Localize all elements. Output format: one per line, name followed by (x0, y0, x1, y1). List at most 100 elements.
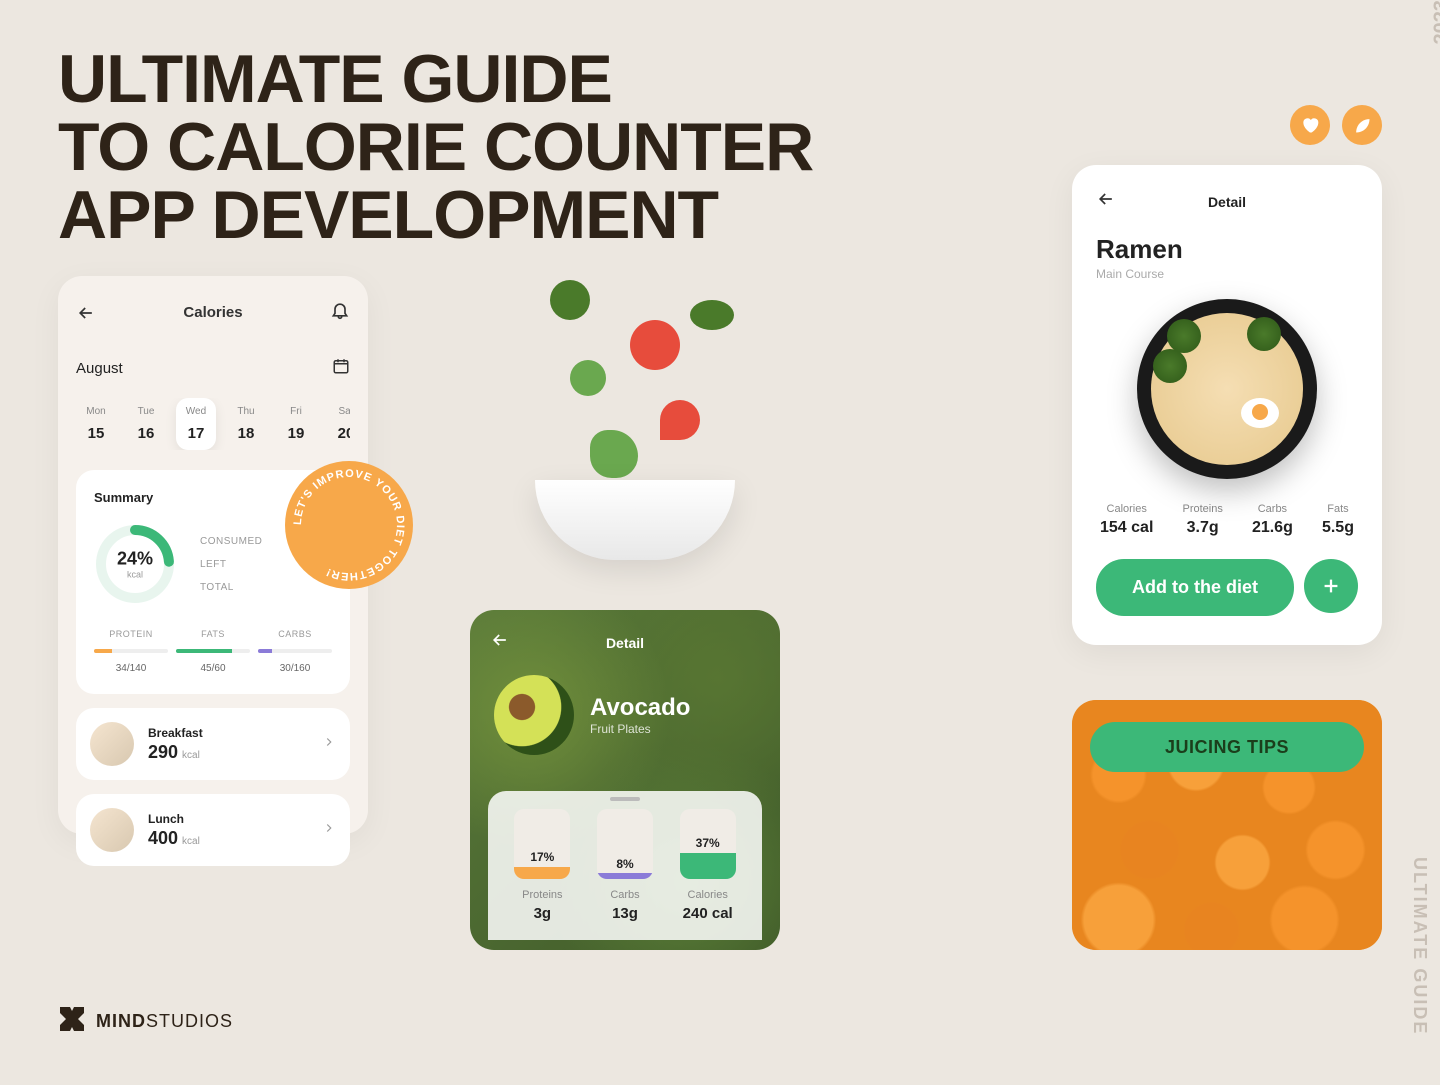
svg-text:LET'S IMPROVE YOUR DIET TOGETH: LET'S IMPROVE YOUR DIET TOGETHER! (292, 468, 406, 582)
macro-name: Fats (1322, 503, 1354, 515)
macro-value: 21.6g (1252, 519, 1293, 537)
meal-card[interactable]: Breakfast 290 kcal (76, 708, 350, 780)
macro-value: 30/160 (258, 663, 332, 674)
ring-unit: kcal (117, 570, 153, 580)
macro-value: 34/140 (94, 663, 168, 674)
logo-text: MINDSTUDIOS (96, 1011, 233, 1032)
macro-name: FATS (176, 629, 250, 639)
macro-value: 13g (589, 905, 662, 922)
food-name: Ramen (1096, 234, 1358, 265)
meal-calories: 290 (148, 742, 178, 762)
avocado-image (494, 675, 574, 755)
macro-item: PROTEIN 34/140 (94, 629, 168, 674)
meal-image (90, 808, 134, 852)
macro-percent: 37% (696, 836, 720, 850)
title-line: App Development (58, 181, 813, 249)
macro-item: FATS 45/60 (176, 629, 250, 674)
macro-name: PROTEIN (94, 629, 168, 639)
plus-button[interactable] (1304, 559, 1358, 613)
back-icon[interactable] (490, 630, 510, 655)
total-label: TOTAL (200, 582, 262, 593)
salad-image (490, 260, 780, 580)
calendar-strip[interactable]: Mon15Tue16Wed17Thu18Fri19Sat20Sat20 (76, 398, 350, 450)
macro-name: Carbs (1252, 503, 1293, 515)
food-name: Avocado (590, 694, 690, 722)
calendar-day[interactable]: Sat 20 (326, 398, 350, 450)
macro-percent: 17% (530, 850, 554, 864)
meal-unit: kcal (182, 836, 200, 847)
calendar-day[interactable]: Thu18 (226, 398, 266, 450)
macro-value: 154 cal (1100, 519, 1153, 537)
title-line: Ultimate Guide (58, 45, 813, 113)
macro-item: Fats 5.5g (1322, 503, 1354, 537)
day-number: 19 (284, 425, 308, 442)
heart-icon (1290, 105, 1330, 145)
macro-value: 3g (506, 905, 579, 922)
day-name: Tue (134, 406, 158, 417)
consumed-label: CONSUMED (200, 536, 262, 547)
calendar-icon[interactable] (332, 357, 350, 380)
screen-title: Detail (510, 635, 740, 651)
calendar-day[interactable]: Tue 16 (126, 398, 166, 450)
year-label: 2023 (1430, 0, 1440, 45)
leaf-icon (1342, 105, 1382, 145)
avocado-screen: Detail Avocado Fruit Plates 17%Proteins3… (470, 610, 780, 950)
macro-item: CARBS 30/160 (258, 629, 332, 674)
juicing-pill: JUICING TIPS (1090, 722, 1364, 772)
brand-logo: MINDSTUDIOS (58, 1005, 233, 1037)
drag-handle[interactable] (610, 797, 640, 801)
logo-icon (58, 1005, 86, 1037)
macro-item: Proteins 3.7g (1182, 503, 1222, 537)
day-number: 17 (184, 425, 208, 442)
add-to-diet-button[interactable]: Add to the diet (1096, 559, 1294, 616)
day-number: 18 (234, 425, 258, 442)
juicing-label: JUICING TIPS (1165, 737, 1289, 758)
side-label: ULTIMATE GUIDE (1409, 857, 1430, 1035)
left-label: LEFT (200, 559, 262, 570)
summary-title: Summary (94, 490, 153, 505)
back-icon[interactable] (1096, 189, 1116, 214)
month-label: August (76, 360, 123, 377)
meal-unit: kcal (182, 750, 200, 761)
macro-panel[interactable]: 17%Proteins3g8%Carbs13g37%Calories240 ca… (488, 791, 762, 940)
juicing-card[interactable]: JUICING TIPS (1072, 700, 1382, 950)
back-icon[interactable] (76, 303, 96, 323)
macro-value: 5.5g (1322, 519, 1354, 537)
macro-value: 240 cal (671, 905, 744, 922)
day-name: Fri (284, 406, 308, 417)
progress-ring: 24% kcal (94, 523, 176, 605)
macro-percent: 8% (616, 857, 633, 871)
calendar-day[interactable]: Wed 17 (176, 398, 216, 450)
day-number: 16 (134, 425, 158, 442)
macro-name: Proteins (1182, 503, 1222, 515)
bell-icon[interactable] (330, 300, 350, 325)
calories-screen: Calories August Mon 15 Tue 16 Wed 17 Thu18 Fri 1… (58, 276, 368, 834)
day-name: Sat (334, 406, 350, 417)
meal-name: Lunch (148, 812, 308, 826)
macro-name: Calories (1100, 503, 1153, 515)
macro-value: 3.7g (1182, 519, 1222, 537)
macro-item: 17% Proteins 3g (506, 809, 579, 922)
ramen-screen: Detail Ramen Main Course Calories 154 cal… (1072, 165, 1382, 645)
day-name: Wed (184, 406, 208, 417)
diet-badge: LET'S IMPROVE YOUR DIET TOGETHER! (285, 461, 413, 589)
screen-title: Detail (1116, 194, 1338, 210)
macro-item: 8% Carbs 13g (589, 809, 662, 922)
calendar-day[interactable]: Mon 15 (76, 398, 116, 450)
ring-percent: 24% (117, 549, 153, 570)
macro-name: Carbs (589, 889, 662, 901)
calendar-day[interactable]: Fri 19 (276, 398, 316, 450)
meal-name: Breakfast (148, 726, 308, 740)
screen-title: Calories (183, 304, 242, 321)
day-number: 15 (84, 425, 108, 442)
macro-name: CARBS (258, 629, 332, 639)
meal-card[interactable]: Lunch400kcal (76, 794, 350, 866)
food-category: Main Course (1096, 267, 1358, 281)
day-number: 20 (334, 425, 350, 442)
macro-name: Proteins (506, 889, 579, 901)
icon-badges (1290, 105, 1382, 145)
chevron-right-icon (322, 735, 336, 754)
day-name: Mon (84, 406, 108, 417)
meal-image (90, 722, 134, 766)
macro-value: 45/60 (176, 663, 250, 674)
